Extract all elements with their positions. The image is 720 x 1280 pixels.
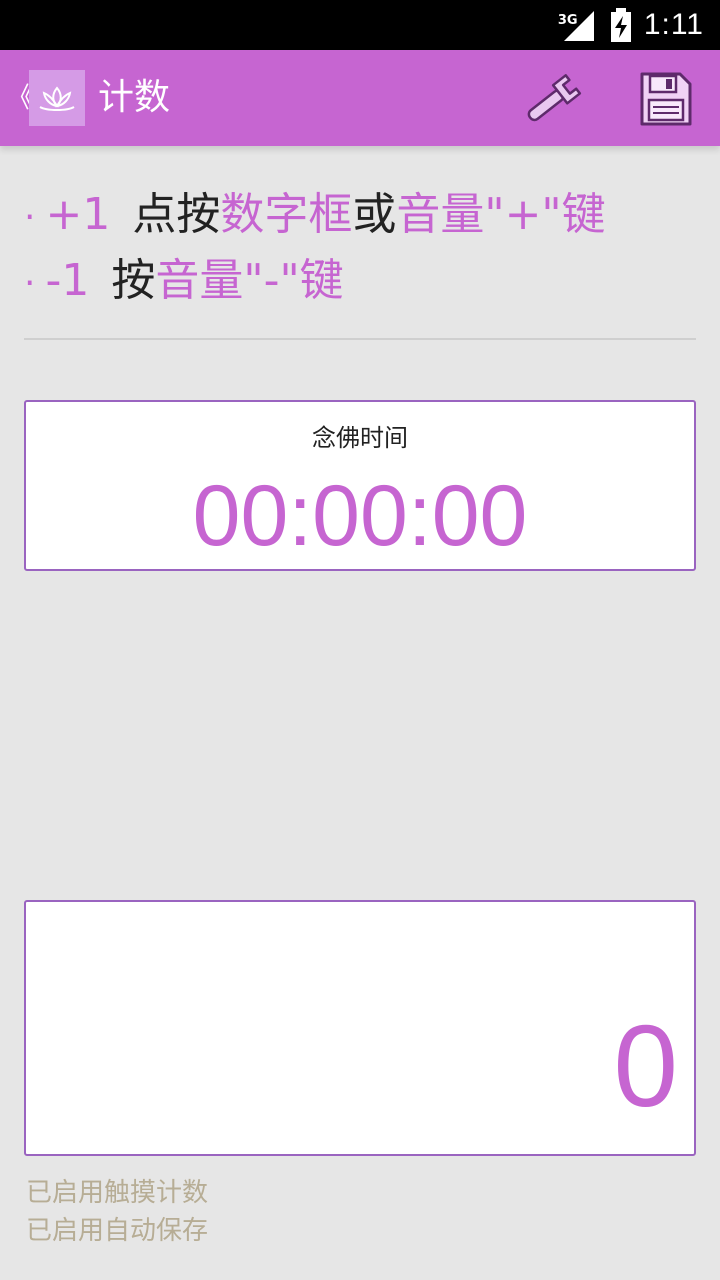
status-icons: 3G 1:11 <box>558 0 704 50</box>
decrement-key-label: -1 <box>45 255 90 306</box>
counter-box[interactable]: 0 <box>24 900 696 1156</box>
instruction-highlight: 音量 <box>396 189 485 240</box>
divider <box>24 338 696 340</box>
instruction-highlight: "-"键 <box>243 255 344 306</box>
timer-value: 00:00:00 <box>192 468 528 564</box>
settings-button[interactable] <box>518 70 586 130</box>
instruction-highlight: "+"键 <box>484 189 606 240</box>
floppy-disk-icon <box>640 72 692 126</box>
autosave-status: 已启用自动保存 <box>26 1216 209 1246</box>
instruction-highlight: 数字框 <box>220 189 353 240</box>
instruction-highlight: 音量 <box>155 255 244 306</box>
instruction-text: 点按 <box>132 189 221 240</box>
battery-charging-icon <box>610 8 631 42</box>
page-title: 计数 <box>98 77 171 118</box>
touch-count-status: 已启用触摸计数 <box>26 1178 209 1208</box>
signal-indicator: 3G <box>558 7 598 43</box>
bullet: · <box>24 263 36 304</box>
counter-value: 0 <box>613 1001 678 1131</box>
status-bar: 3G 1:11 <box>0 0 720 50</box>
instruction-increment: · +1 点按数字框或音量"+"键 <box>24 182 704 248</box>
bullet: · <box>24 197 36 238</box>
status-clock: 1:11 <box>643 8 704 41</box>
wrench-icon <box>527 74 582 122</box>
save-button[interactable] <box>636 70 694 128</box>
instruction-text: 或 <box>352 189 397 240</box>
network-type: 3G <box>557 13 578 28</box>
timer-panel[interactable]: 念佛时间 00:00:00 <box>24 400 696 571</box>
lotus-icon[interactable] <box>29 70 85 126</box>
usage-instructions: · +1 点按数字框或音量"+"键 · -1 按音量"-"键 <box>24 182 704 314</box>
status-notes: 已启用触摸计数 已启用自动保存 <box>26 1174 208 1250</box>
timer-label: 念佛时间 <box>312 424 408 452</box>
instruction-text: 按 <box>111 255 156 306</box>
action-bar: 《 计数 <box>0 50 720 146</box>
instruction-decrement: · -1 按音量"-"键 <box>24 248 704 314</box>
increment-key-label: +1 <box>45 189 111 240</box>
